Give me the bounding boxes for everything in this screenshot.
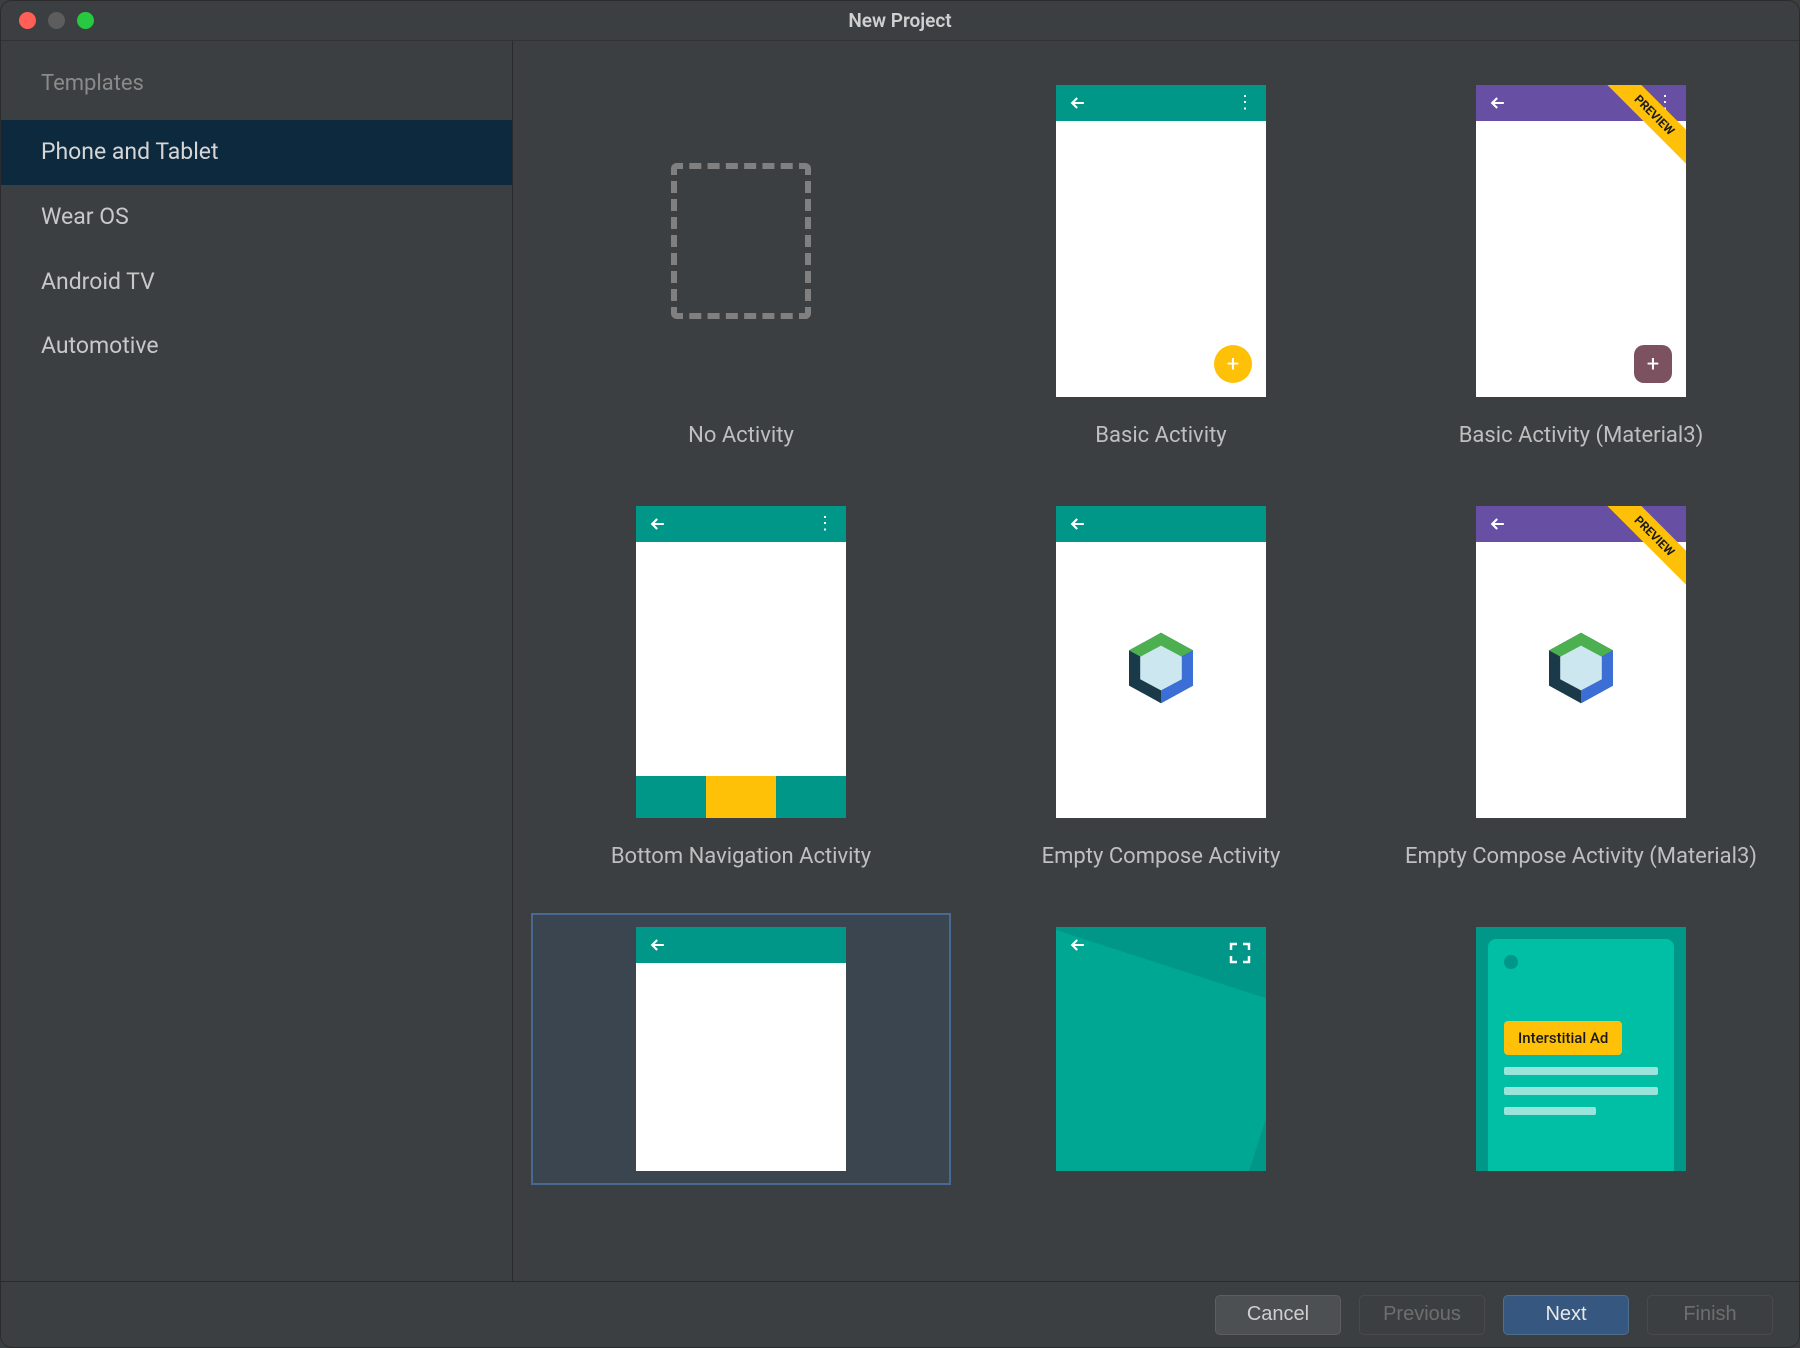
thumbnail [636, 927, 846, 1171]
new-project-window: New Project Templates Phone and TabletWe… [0, 0, 1800, 1348]
sidebar: Templates Phone and TabletWear OSAndroid… [1, 41, 513, 1281]
window-close-button[interactable] [19, 12, 36, 29]
titlebar: New Project [1, 1, 1799, 41]
thumbnail: ⋮+PREVIEW [1476, 85, 1686, 397]
template-basic-activity[interactable]: ⋮+Basic Activity [951, 71, 1371, 462]
bottom-nav [636, 776, 846, 818]
back-arrow-icon [1488, 514, 1508, 534]
thumbnail: ⋮+ [1056, 85, 1266, 397]
fab-icon: + [1214, 345, 1252, 383]
thumbnail [1056, 506, 1266, 818]
appbar: ⋮ [1056, 85, 1266, 121]
previous-button[interactable]: Previous [1359, 1295, 1485, 1335]
traffic-lights [1, 12, 94, 29]
sidebar-header: Templates [1, 55, 512, 120]
template-label: Empty Compose Activity (Material3) [1405, 844, 1757, 869]
dashed-placeholder-icon [671, 163, 811, 319]
template-fullscreen-activity[interactable] [951, 913, 1371, 1185]
cancel-button[interactable]: Cancel [1215, 1295, 1341, 1335]
back-arrow-icon [648, 514, 668, 534]
footer: Cancel Previous Next Finish [1, 1281, 1799, 1347]
sidebar-item-phone-and-tablet[interactable]: Phone and Tablet [1, 120, 512, 185]
template-label: Basic Activity [1095, 423, 1226, 448]
template-label: No Activity [688, 423, 794, 448]
template-no-activity[interactable]: No Activity [531, 71, 951, 462]
template-bottom-navigation-activity[interactable]: ⋮ Bottom Navigation Activity [531, 492, 951, 883]
camera-dot-icon [1504, 955, 1518, 969]
thumbnail [636, 85, 846, 397]
fab-icon: + [1634, 345, 1672, 383]
window-title: New Project [1, 9, 1799, 32]
back-arrow-icon [1068, 935, 1088, 955]
ad-chip: Interstitial Ad [1504, 1021, 1622, 1055]
appbar [636, 927, 846, 963]
compose-logo-icon [1121, 628, 1201, 708]
appbar: ⋮ [636, 506, 846, 542]
sidebar-item-wear-os[interactable]: Wear OS [1, 185, 512, 250]
finish-button[interactable]: Finish [1647, 1295, 1773, 1335]
thumbnail: Interstitial Ad [1476, 927, 1686, 1171]
template-label: Empty Compose Activity [1042, 844, 1281, 869]
window-minimize-button[interactable] [48, 12, 65, 29]
thumbnail: PREVIEW [1476, 506, 1686, 818]
template-empty-compose-activity-material3-[interactable]: PREVIEW Empty Compose Activity (Material3… [1371, 492, 1791, 883]
back-arrow-icon [1068, 514, 1088, 534]
back-arrow-icon [648, 935, 668, 955]
sidebar-item-automotive[interactable]: Automotive [1, 314, 512, 379]
appbar [1056, 927, 1266, 963]
more-icon: ⋮ [1236, 94, 1254, 112]
template-label: Basic Activity (Material3) [1459, 423, 1704, 448]
compose-logo-icon [1541, 628, 1621, 708]
template-label: Bottom Navigation Activity [611, 844, 871, 869]
template-empty-activity[interactable] [531, 913, 951, 1185]
appbar [1056, 506, 1266, 542]
window-maximize-button[interactable] [77, 12, 94, 29]
template-gallery[interactable]: No Activity⋮+Basic Activity⋮+PREVIEWBasi… [513, 41, 1799, 1281]
template-empty-compose-activity[interactable]: Empty Compose Activity [951, 492, 1371, 883]
template-basic-activity-material3-[interactable]: ⋮+PREVIEW Basic Activity (Material3) [1371, 71, 1791, 462]
sidebar-item-android-tv[interactable]: Android TV [1, 250, 512, 315]
back-arrow-icon [1488, 93, 1508, 113]
thumbnail: ⋮ [636, 506, 846, 818]
template-google-admob-ads-activity[interactable]: Interstitial Ad [1371, 913, 1791, 1185]
more-icon: ⋮ [816, 515, 834, 533]
back-arrow-icon [1068, 93, 1088, 113]
thumbnail [1056, 927, 1266, 1171]
next-button[interactable]: Next [1503, 1295, 1629, 1335]
